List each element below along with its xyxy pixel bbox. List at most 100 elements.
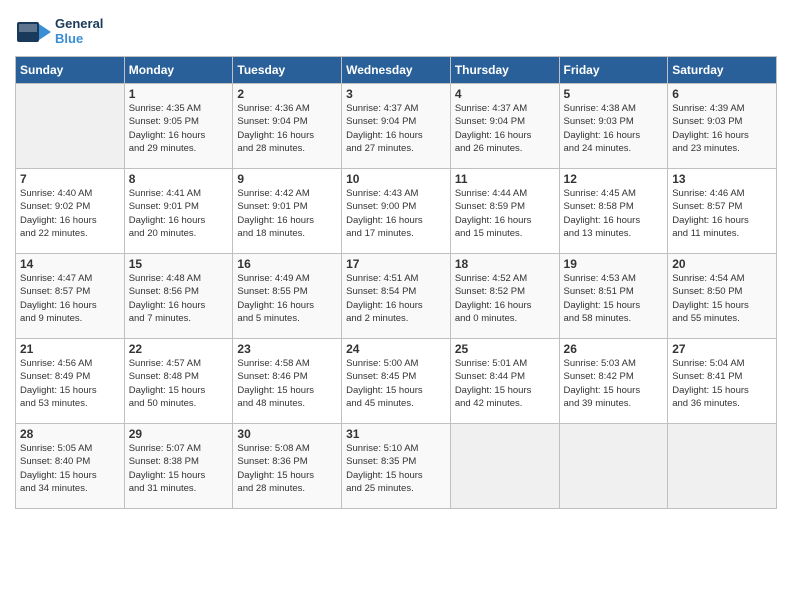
calendar-cell: 6Sunrise: 4:39 AM Sunset: 9:03 PM Daylig… xyxy=(668,84,777,169)
logo-text-general: General xyxy=(55,17,103,32)
day-info: Sunrise: 5:01 AM Sunset: 8:44 PM Dayligh… xyxy=(455,357,555,410)
calendar-table: SundayMondayTuesdayWednesdayThursdayFrid… xyxy=(15,56,777,509)
day-info: Sunrise: 4:46 AM Sunset: 8:57 PM Dayligh… xyxy=(672,187,772,240)
logo-svg xyxy=(15,14,51,50)
week-row-4: 21Sunrise: 4:56 AM Sunset: 8:49 PM Dayli… xyxy=(16,339,777,424)
day-number: 1 xyxy=(129,87,229,101)
week-row-3: 14Sunrise: 4:47 AM Sunset: 8:57 PM Dayli… xyxy=(16,254,777,339)
day-info: Sunrise: 4:49 AM Sunset: 8:55 PM Dayligh… xyxy=(237,272,337,325)
day-info: Sunrise: 4:38 AM Sunset: 9:03 PM Dayligh… xyxy=(564,102,664,155)
day-info: Sunrise: 4:40 AM Sunset: 9:02 PM Dayligh… xyxy=(20,187,120,240)
day-number: 20 xyxy=(672,257,772,271)
day-info: Sunrise: 4:36 AM Sunset: 9:04 PM Dayligh… xyxy=(237,102,337,155)
day-number: 12 xyxy=(564,172,664,186)
header-sunday: Sunday xyxy=(16,57,125,84)
calendar-cell: 3Sunrise: 4:37 AM Sunset: 9:04 PM Daylig… xyxy=(342,84,451,169)
day-info: Sunrise: 4:37 AM Sunset: 9:04 PM Dayligh… xyxy=(455,102,555,155)
calendar-cell: 8Sunrise: 4:41 AM Sunset: 9:01 PM Daylig… xyxy=(124,169,233,254)
calendar-cell xyxy=(16,84,125,169)
logo-container: General Blue xyxy=(15,14,103,50)
logo-text-blue: Blue xyxy=(55,32,103,47)
day-info: Sunrise: 4:58 AM Sunset: 8:46 PM Dayligh… xyxy=(237,357,337,410)
calendar-cell: 22Sunrise: 4:57 AM Sunset: 8:48 PM Dayli… xyxy=(124,339,233,424)
calendar-cell xyxy=(559,424,668,509)
header-wednesday: Wednesday xyxy=(342,57,451,84)
calendar-cell: 23Sunrise: 4:58 AM Sunset: 8:46 PM Dayli… xyxy=(233,339,342,424)
day-number: 18 xyxy=(455,257,555,271)
day-info: Sunrise: 4:57 AM Sunset: 8:48 PM Dayligh… xyxy=(129,357,229,410)
calendar-cell: 30Sunrise: 5:08 AM Sunset: 8:36 PM Dayli… xyxy=(233,424,342,509)
day-number: 11 xyxy=(455,172,555,186)
day-number: 6 xyxy=(672,87,772,101)
calendar-cell: 14Sunrise: 4:47 AM Sunset: 8:57 PM Dayli… xyxy=(16,254,125,339)
day-info: Sunrise: 5:08 AM Sunset: 8:36 PM Dayligh… xyxy=(237,442,337,495)
calendar-cell: 7Sunrise: 4:40 AM Sunset: 9:02 PM Daylig… xyxy=(16,169,125,254)
week-row-1: 1Sunrise: 4:35 AM Sunset: 9:05 PM Daylig… xyxy=(16,84,777,169)
calendar-cell: 10Sunrise: 4:43 AM Sunset: 9:00 PM Dayli… xyxy=(342,169,451,254)
calendar-cell: 25Sunrise: 5:01 AM Sunset: 8:44 PM Dayli… xyxy=(450,339,559,424)
day-info: Sunrise: 4:42 AM Sunset: 9:01 PM Dayligh… xyxy=(237,187,337,240)
day-number: 15 xyxy=(129,257,229,271)
calendar-header-row: SundayMondayTuesdayWednesdayThursdayFrid… xyxy=(16,57,777,84)
calendar-cell: 5Sunrise: 4:38 AM Sunset: 9:03 PM Daylig… xyxy=(559,84,668,169)
day-number: 8 xyxy=(129,172,229,186)
day-number: 10 xyxy=(346,172,446,186)
day-info: Sunrise: 5:10 AM Sunset: 8:35 PM Dayligh… xyxy=(346,442,446,495)
calendar-cell: 15Sunrise: 4:48 AM Sunset: 8:56 PM Dayli… xyxy=(124,254,233,339)
calendar-cell: 24Sunrise: 5:00 AM Sunset: 8:45 PM Dayli… xyxy=(342,339,451,424)
day-number: 27 xyxy=(672,342,772,356)
day-number: 13 xyxy=(672,172,772,186)
calendar-cell: 17Sunrise: 4:51 AM Sunset: 8:54 PM Dayli… xyxy=(342,254,451,339)
calendar-cell: 2Sunrise: 4:36 AM Sunset: 9:04 PM Daylig… xyxy=(233,84,342,169)
week-row-2: 7Sunrise: 4:40 AM Sunset: 9:02 PM Daylig… xyxy=(16,169,777,254)
day-number: 25 xyxy=(455,342,555,356)
day-number: 9 xyxy=(237,172,337,186)
day-number: 28 xyxy=(20,427,120,441)
calendar-cell: 16Sunrise: 4:49 AM Sunset: 8:55 PM Dayli… xyxy=(233,254,342,339)
calendar-cell: 28Sunrise: 5:05 AM Sunset: 8:40 PM Dayli… xyxy=(16,424,125,509)
day-info: Sunrise: 4:51 AM Sunset: 8:54 PM Dayligh… xyxy=(346,272,446,325)
calendar-cell xyxy=(450,424,559,509)
day-number: 7 xyxy=(20,172,120,186)
day-number: 29 xyxy=(129,427,229,441)
day-number: 4 xyxy=(455,87,555,101)
day-info: Sunrise: 4:41 AM Sunset: 9:01 PM Dayligh… xyxy=(129,187,229,240)
calendar-cell: 31Sunrise: 5:10 AM Sunset: 8:35 PM Dayli… xyxy=(342,424,451,509)
calendar-body: 1Sunrise: 4:35 AM Sunset: 9:05 PM Daylig… xyxy=(16,84,777,509)
logo: General Blue xyxy=(15,14,103,50)
day-info: Sunrise: 5:05 AM Sunset: 8:40 PM Dayligh… xyxy=(20,442,120,495)
day-number: 24 xyxy=(346,342,446,356)
day-info: Sunrise: 4:47 AM Sunset: 8:57 PM Dayligh… xyxy=(20,272,120,325)
calendar-cell: 9Sunrise: 4:42 AM Sunset: 9:01 PM Daylig… xyxy=(233,169,342,254)
calendar-cell: 19Sunrise: 4:53 AM Sunset: 8:51 PM Dayli… xyxy=(559,254,668,339)
day-info: Sunrise: 4:53 AM Sunset: 8:51 PM Dayligh… xyxy=(564,272,664,325)
day-info: Sunrise: 5:03 AM Sunset: 8:42 PM Dayligh… xyxy=(564,357,664,410)
page-header: General Blue xyxy=(15,10,777,50)
day-number: 26 xyxy=(564,342,664,356)
header-tuesday: Tuesday xyxy=(233,57,342,84)
day-info: Sunrise: 4:37 AM Sunset: 9:04 PM Dayligh… xyxy=(346,102,446,155)
day-info: Sunrise: 4:39 AM Sunset: 9:03 PM Dayligh… xyxy=(672,102,772,155)
day-info: Sunrise: 4:52 AM Sunset: 8:52 PM Dayligh… xyxy=(455,272,555,325)
day-info: Sunrise: 4:35 AM Sunset: 9:05 PM Dayligh… xyxy=(129,102,229,155)
calendar-cell: 1Sunrise: 4:35 AM Sunset: 9:05 PM Daylig… xyxy=(124,84,233,169)
calendar-cell: 27Sunrise: 5:04 AM Sunset: 8:41 PM Dayli… xyxy=(668,339,777,424)
day-info: Sunrise: 5:00 AM Sunset: 8:45 PM Dayligh… xyxy=(346,357,446,410)
day-number: 22 xyxy=(129,342,229,356)
calendar-cell: 20Sunrise: 4:54 AM Sunset: 8:50 PM Dayli… xyxy=(668,254,777,339)
day-info: Sunrise: 4:48 AM Sunset: 8:56 PM Dayligh… xyxy=(129,272,229,325)
calendar-cell: 4Sunrise: 4:37 AM Sunset: 9:04 PM Daylig… xyxy=(450,84,559,169)
day-info: Sunrise: 5:07 AM Sunset: 8:38 PM Dayligh… xyxy=(129,442,229,495)
calendar-cell: 11Sunrise: 4:44 AM Sunset: 8:59 PM Dayli… xyxy=(450,169,559,254)
day-number: 23 xyxy=(237,342,337,356)
day-info: Sunrise: 5:04 AM Sunset: 8:41 PM Dayligh… xyxy=(672,357,772,410)
day-info: Sunrise: 4:44 AM Sunset: 8:59 PM Dayligh… xyxy=(455,187,555,240)
day-info: Sunrise: 4:56 AM Sunset: 8:49 PM Dayligh… xyxy=(20,357,120,410)
header-friday: Friday xyxy=(559,57,668,84)
calendar-cell: 13Sunrise: 4:46 AM Sunset: 8:57 PM Dayli… xyxy=(668,169,777,254)
day-number: 19 xyxy=(564,257,664,271)
calendar-cell: 12Sunrise: 4:45 AM Sunset: 8:58 PM Dayli… xyxy=(559,169,668,254)
week-row-5: 28Sunrise: 5:05 AM Sunset: 8:40 PM Dayli… xyxy=(16,424,777,509)
calendar-cell: 21Sunrise: 4:56 AM Sunset: 8:49 PM Dayli… xyxy=(16,339,125,424)
day-info: Sunrise: 4:43 AM Sunset: 9:00 PM Dayligh… xyxy=(346,187,446,240)
